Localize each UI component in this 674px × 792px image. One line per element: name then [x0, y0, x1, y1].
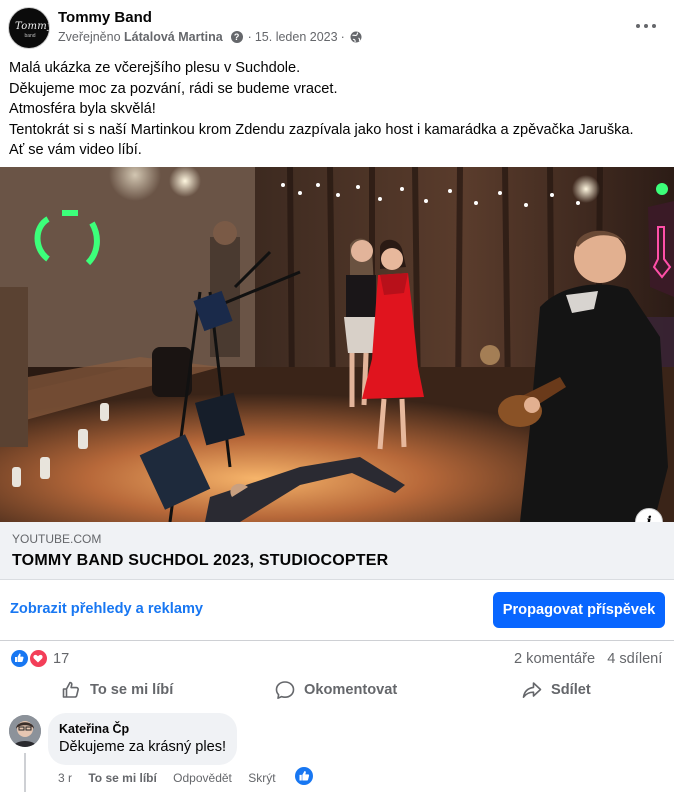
- link-preview[interactable]: YOUTUBE.COM TOMMY BAND SUCHDOL 2023, STU…: [0, 522, 674, 580]
- share-arrow-icon: [522, 682, 542, 698]
- link-domain: YOUTUBE.COM: [12, 532, 102, 546]
- like-button-label: To se mi líbí: [90, 682, 174, 698]
- like-button[interactable]: To se mi líbí: [61, 676, 173, 704]
- more-icon[interactable]: [632, 14, 660, 38]
- comment-hide-button[interactable]: Skrýt: [248, 771, 275, 785]
- comment-bubble: Kateřina Čp Děkujeme za krásný ples!: [48, 713, 237, 765]
- reaction-count: 17: [53, 651, 70, 667]
- avatar-logo-text: Tommy: [15, 21, 50, 32]
- comments-count[interactable]: 2 komentáře: [514, 651, 595, 667]
- published-by-prefix: Zveřejněno: [58, 30, 121, 44]
- comment-button-label: Okomentovat: [304, 682, 398, 698]
- comment-like-reaction-icon[interactable]: [295, 767, 313, 785]
- post-text-line: Děkujeme moc za pozvání, rádi se budeme …: [9, 80, 338, 97]
- share-button-label: Sdílet: [551, 682, 591, 698]
- post-text-line: Tentokrát si s naší Martinkou krom Zdend…: [9, 121, 634, 138]
- comment-like-button[interactable]: To se mi líbí: [88, 771, 156, 785]
- divider: [0, 640, 674, 641]
- post-text-line: Atmosféra byla skvělá!: [9, 101, 156, 117]
- meta-separator: ·: [340, 30, 345, 44]
- like-reaction-icon: [10, 649, 29, 668]
- thread-line: [24, 753, 26, 792]
- comment-button[interactable]: Okomentovat: [275, 676, 397, 704]
- page-name[interactable]: Tommy Band: [58, 9, 152, 26]
- globe-icon[interactable]: [350, 31, 362, 43]
- shares-count[interactable]: 4 sdílení: [607, 651, 662, 667]
- help-icon[interactable]: ?: [230, 31, 243, 43]
- post-text: Malá ukázka ze včerejšího plesu v Suchdo…: [9, 58, 659, 161]
- avatar-logo-sub: band: [24, 33, 36, 39]
- comment-item: Kateřina Čp Děkujeme za krásný ples! 3 r…: [0, 713, 674, 792]
- post-date[interactable]: 15. leden 2023: [255, 30, 338, 44]
- view-insights-link[interactable]: Zobrazit přehledy a reklamy: [10, 601, 203, 617]
- post-meta: Zveřejněno Látalová Martina ? · 15. lede…: [58, 30, 362, 44]
- share-button[interactable]: Sdílet: [522, 676, 591, 704]
- post-header: Tommy band Tommy Band Zveřejněno Látalov…: [0, 0, 674, 56]
- comment-text: Děkujeme za krásný ples!: [59, 739, 227, 755]
- post-stats: 2 komentáře 4 sdílení: [514, 651, 662, 667]
- speech-bubble-icon: [275, 681, 295, 699]
- love-reaction-icon: [29, 649, 48, 668]
- post-author[interactable]: Látalová Martina: [124, 30, 223, 44]
- post-text-line: Malá ukázka ze včerejšího plesu v Suchdo…: [9, 60, 301, 76]
- comment-meta: 3 r To se mi líbí Odpovědět Skrýt: [58, 771, 289, 785]
- comment-age[interactable]: 3 r: [58, 771, 72, 785]
- promote-post-button[interactable]: Propagovat příspěvek: [493, 592, 665, 628]
- page-avatar[interactable]: Tommy band: [8, 7, 50, 49]
- link-title[interactable]: TOMMY BAND SUCHDOL 2023, STUDIOCOPTER: [12, 552, 388, 570]
- commenter-avatar[interactable]: [9, 715, 41, 747]
- meta-separator: ·: [247, 30, 252, 44]
- thumb-up-icon: [62, 681, 79, 698]
- action-bar: To se mi líbí Okomentovat Sdílet: [0, 676, 674, 704]
- post-text-line: Ať se vám video líbí.: [9, 142, 142, 158]
- comment-author[interactable]: Kateřina Čp: [59, 722, 129, 736]
- concert-stage-image: [0, 167, 674, 522]
- video-thumbnail[interactable]: [0, 167, 674, 522]
- comment-reply-button[interactable]: Odpovědět: [173, 771, 232, 785]
